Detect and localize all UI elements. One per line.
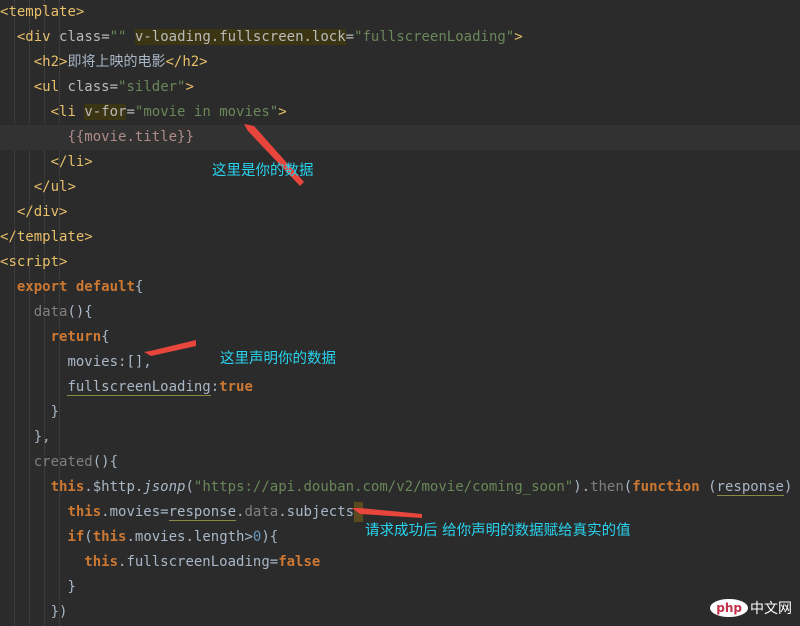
watermark-logo: php 中文网 (710, 598, 792, 618)
code-line: </li> (50, 154, 93, 170)
code-line: }, (33, 429, 51, 445)
code-line: return{ (50, 329, 110, 345)
code-line: } (67, 579, 76, 595)
code-line-current: {{movie.title}} (0, 125, 800, 150)
code-line: fullscreenLoading:true (67, 379, 253, 396)
text-cursor (354, 502, 364, 522)
php-badge: php (710, 599, 748, 617)
code-line: <h2>即将上映的电影</h2> (33, 54, 208, 70)
code-line: created(){ (33, 454, 119, 470)
annotation-note-2: 这里声明你的数据 (220, 351, 336, 367)
code-line: </template> (0, 229, 93, 245)
code-line: this.$http.jsonp("https://api.douban.com… (50, 479, 793, 496)
watermark-text: 中文网 (750, 601, 792, 617)
code-line: } (50, 404, 60, 420)
code-line: <script> (0, 254, 68, 270)
code-line: </ul> (33, 179, 76, 195)
code-line: this.fullscreenLoading=false (84, 554, 321, 570)
code-line: <ul class="silder"> (33, 79, 194, 95)
code-line: }) (50, 604, 68, 620)
annotation-note-1: 这里是你的数据 (212, 163, 314, 179)
code-line: </div> (16, 204, 68, 220)
code-line: <div class="" v-loading.fullscreen.lock=… (16, 29, 523, 45)
code-line: <li v-for="movie in movies"> (50, 104, 287, 120)
annotation-note-3: 请求成功后 给你声明的数据赋给真实的值 (365, 523, 631, 539)
code-line: data(){ (33, 304, 93, 320)
code-line: movies:[], (67, 354, 152, 370)
code-line: export default{ (16, 279, 144, 295)
code-line: <template> (0, 4, 85, 20)
